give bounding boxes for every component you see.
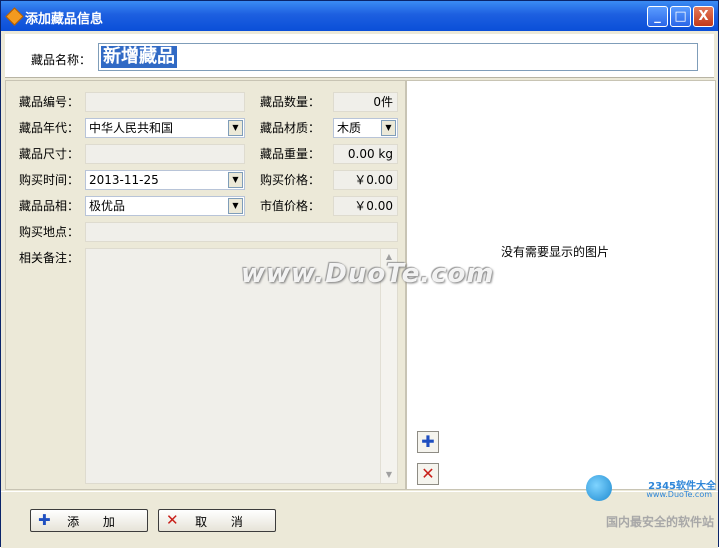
quantity-field[interactable]: 0件	[333, 92, 398, 112]
maximize-button[interactable]: □	[670, 6, 691, 27]
delete-image-button[interactable]: ✕	[417, 463, 439, 485]
weight-label: 藏品重量：	[260, 147, 321, 161]
name-label: 藏品名称：	[31, 53, 92, 67]
chevron-down-icon[interactable]: ▼	[228, 120, 243, 136]
logo-slogan: 国内最安全的软件站	[605, 515, 714, 529]
buy-time-label: 购买时间：	[19, 173, 80, 187]
material-select[interactable]: 木质 ▼	[333, 118, 398, 138]
buy-price-label: 购买价格：	[260, 173, 321, 187]
buy-time-picker[interactable]: 2013-11-25 ▼	[85, 170, 245, 190]
size-label: 藏品尺寸：	[19, 147, 80, 161]
cancel-button-label: 取 消	[195, 515, 253, 529]
condition-select-value: 极优品	[89, 199, 126, 213]
add-image-button[interactable]: ✚	[417, 431, 439, 453]
window-title: 添加藏品信息	[25, 12, 104, 27]
size-field[interactable]	[85, 144, 245, 164]
minimize-button[interactable]: _	[647, 6, 668, 27]
title-bar[interactable]: 添加藏品信息 _ □ X	[1, 1, 718, 31]
condition-label: 藏品品相：	[19, 199, 80, 213]
chevron-down-icon[interactable]: ▼	[381, 120, 396, 136]
add-button[interactable]: ✚ 添 加	[30, 509, 148, 532]
close-button[interactable]: X	[693, 6, 714, 27]
code-label: 藏品编号：	[19, 95, 80, 109]
add-button-label: 添 加	[67, 515, 125, 529]
buy-place-label: 购买地点：	[19, 225, 80, 239]
x-icon: ✕	[421, 464, 435, 483]
condition-select[interactable]: 极优品 ▼	[85, 196, 245, 216]
cancel-button[interactable]: ✕ 取 消	[158, 509, 276, 532]
name-input[interactable]: 新增藏品	[98, 43, 698, 71]
quantity-label: 藏品数量：	[260, 95, 321, 109]
site-logo: 2345软件大全 www.DuoTe.com 国内最安全的软件站	[584, 471, 718, 531]
chevron-down-icon[interactable]: ▼	[228, 198, 243, 214]
material-select-value: 木质	[337, 121, 362, 135]
name-input-value: 新增藏品	[101, 46, 177, 68]
scroll-down-icon[interactable]: ▼	[382, 468, 396, 482]
buy-time-value: 2013-11-25	[89, 173, 159, 187]
code-field[interactable]	[85, 92, 245, 112]
chevron-down-icon[interactable]: ▼	[228, 172, 243, 188]
dialog-window: 添加藏品信息 _ □ X 藏品名称： 新增藏品 藏品编号： 藏品数量： 0件 藏…	[0, 0, 719, 548]
no-image-text: 没有需要显示的图片	[501, 245, 610, 259]
buy-price-field[interactable]: ￥0.00	[333, 170, 398, 190]
era-label: 藏品年代：	[19, 121, 80, 135]
bird-icon	[586, 475, 612, 501]
diamond-icon	[5, 7, 24, 26]
era-select[interactable]: 中华人民共和国 ▼	[85, 118, 245, 138]
buy-place-field[interactable]	[85, 222, 398, 242]
market-price-label: 市值价格：	[260, 199, 321, 213]
watermark: www.DuoTe.com	[241, 259, 495, 289]
plus-icon: ✚	[421, 432, 435, 451]
material-label: 藏品材质：	[260, 121, 321, 135]
notes-label: 相关备注：	[19, 251, 80, 265]
era-select-value: 中华人民共和国	[89, 121, 174, 135]
logo-site: www.DuoTe.com	[646, 490, 712, 499]
market-price-field[interactable]: ￥0.00	[333, 196, 398, 216]
weight-field[interactable]: 0.00 kg	[333, 144, 398, 164]
